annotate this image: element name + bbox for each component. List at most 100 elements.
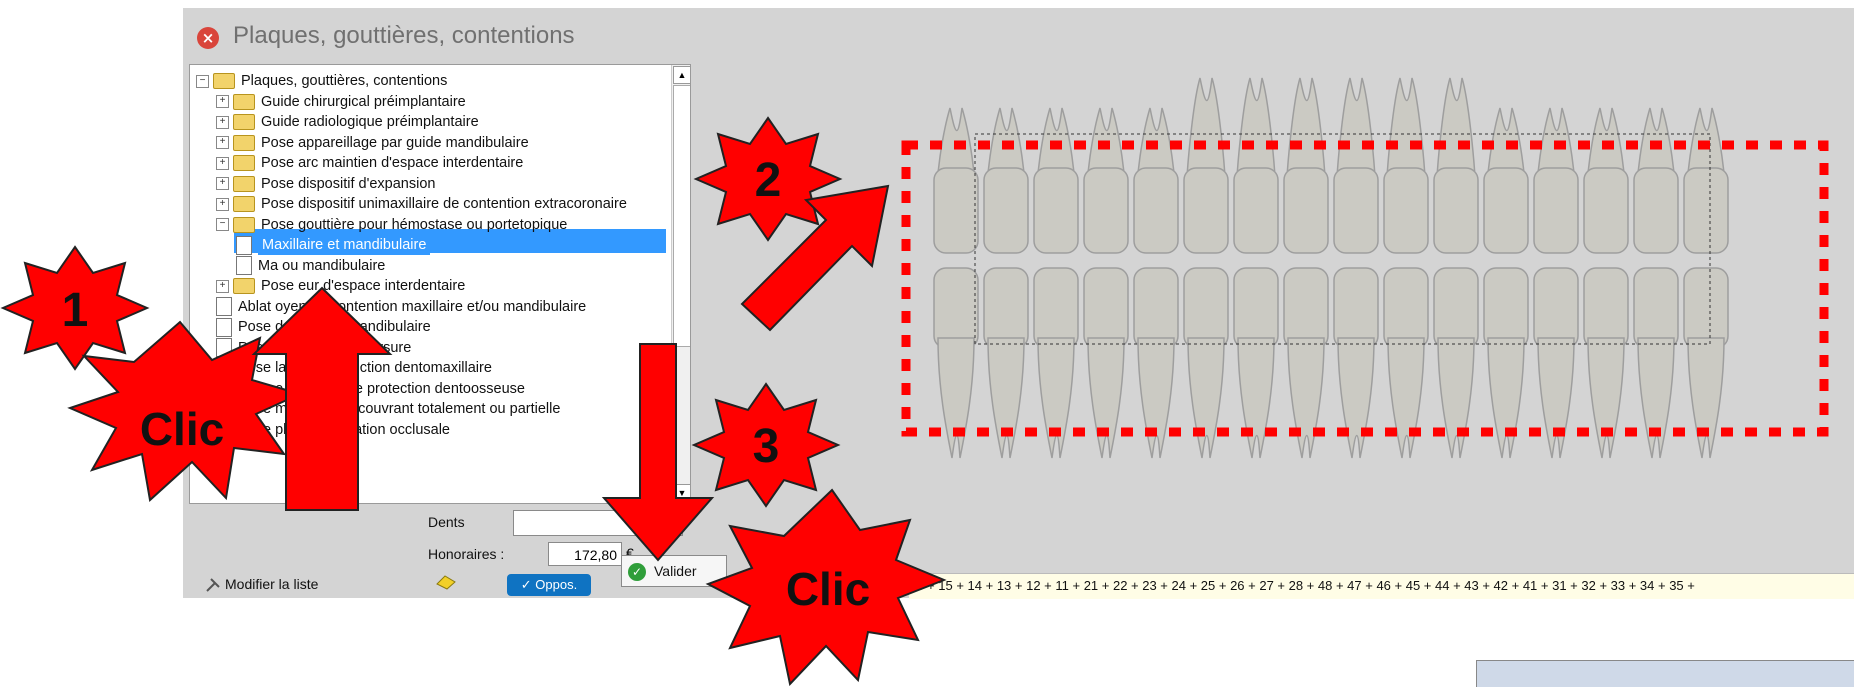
- lower-crown: [1133, 267, 1179, 349]
- lower-crown: [1483, 267, 1529, 349]
- lower-crown: [933, 267, 979, 349]
- tree-item-label: Pose de posture mandibulaire: [238, 319, 431, 335]
- tree-item-label: Pose gouttière pour hémostase ou porteto…: [261, 216, 568, 233]
- folder-icon: [233, 93, 255, 110]
- acts-tree[interactable]: − Plaques, gouttières, contentions + Guide …: [189, 64, 691, 504]
- scroll-down-icon[interactable]: ▼: [673, 484, 690, 502]
- upper-crown: [1233, 167, 1279, 254]
- lower-tooth: [1037, 337, 1075, 459]
- expand-icon[interactable]: +: [216, 156, 229, 170]
- expand-icon[interactable]: +: [216, 197, 229, 211]
- teeth-list: 16 + 15 + 14 + 13 + 12 + 11 + 21 + 22 + …: [909, 573, 1854, 599]
- upper-crown: [933, 167, 979, 254]
- dents-input[interactable]: [513, 510, 683, 536]
- folder-icon: [233, 155, 255, 172]
- tree-item-label: Pose eur d'espace interdentaire: [261, 278, 466, 294]
- tree-item-label: Pose e plombée de protection dentoosseus…: [238, 380, 525, 397]
- tree-item-label: Pose arc maintien d'espace interdentaire: [261, 155, 524, 171]
- upper-crown: [1333, 167, 1379, 254]
- lower-tooth: [1237, 337, 1275, 459]
- lower-tooth: [1337, 337, 1375, 459]
- valider-button[interactable]: ✓ Valider: [621, 555, 727, 587]
- upper-crown: [1183, 167, 1229, 254]
- valider-label: Valider: [654, 563, 697, 579]
- expand-icon[interactable]: +: [216, 95, 229, 109]
- lower-crown: [1533, 267, 1579, 349]
- step-1-label: 1: [62, 284, 89, 337]
- folder-icon: [233, 175, 255, 192]
- tree-item-label: Ablat oyen de contention maxillaire et/o…: [238, 298, 587, 315]
- document-icon: [216, 379, 232, 399]
- lower-tooth: [1637, 337, 1675, 459]
- tree-item[interactable]: Pose plan de libération occlusale: [216, 418, 450, 442]
- upper-crown: [1683, 167, 1729, 254]
- lower-tooth: [1537, 337, 1575, 459]
- tree-scrollbar[interactable]: ▲ ▼: [671, 65, 690, 503]
- lower-crown: [1683, 267, 1729, 349]
- upper-crown: [1283, 167, 1329, 254]
- expand-icon[interactable]: +: [216, 115, 229, 129]
- tree-item-label: Pose dispositif unimaxillaire de content…: [261, 196, 627, 212]
- lower-crown: [1633, 267, 1679, 349]
- lower-tooth: [1487, 337, 1525, 459]
- document-icon: [236, 235, 252, 255]
- dialog-window: × Plaques, gouttières, contentions − Plaq…: [183, 8, 1854, 599]
- upper-crown: [1033, 167, 1079, 254]
- window-thumbnail: [1476, 660, 1854, 687]
- tree-item-label: Guide radiologique préimplantaire: [261, 114, 479, 130]
- modifier-liste-link[interactable]: Modifier la liste: [205, 576, 318, 593]
- folder-icon: [233, 196, 255, 213]
- expand-icon[interactable]: +: [216, 136, 229, 150]
- dental-chart[interactable]: [743, 68, 1854, 538]
- tree-item-label: Pose dispositif d'expansion: [261, 175, 436, 192]
- document-icon: [216, 358, 232, 378]
- expand-icon[interactable]: +: [216, 279, 229, 293]
- lower-crown: [1233, 267, 1279, 349]
- honoraires-input[interactable]: 172,80: [548, 542, 622, 566]
- lower-crown: [1383, 267, 1429, 349]
- lower-tooth: [1687, 337, 1725, 459]
- upper-crown: [1083, 167, 1129, 254]
- collapse-icon[interactable]: −: [196, 74, 209, 88]
- lower-tooth: [1137, 337, 1175, 459]
- oppos-button[interactable]: ✓ Oppos.: [507, 574, 591, 596]
- lower-tooth: [987, 337, 1025, 459]
- close-icon[interactable]: ×: [197, 27, 219, 49]
- document-icon: [216, 317, 232, 337]
- collapse-icon[interactable]: −: [216, 218, 229, 232]
- modifier-liste-label: Modifier la liste: [225, 576, 319, 592]
- tree-item-label: Guide chirurgical préimplantaire: [261, 93, 466, 110]
- lower-tooth: [1437, 337, 1475, 459]
- expand-icon[interactable]: +: [216, 177, 229, 191]
- folder-icon: [233, 278, 255, 295]
- scroll-up-icon[interactable]: ▲: [673, 66, 690, 84]
- upper-crown: [1633, 167, 1679, 254]
- tree-item-label: Maxillaire et mandibulaire: [258, 235, 431, 255]
- window-title: Plaques, gouttières, contentions: [233, 22, 575, 49]
- document-icon: [216, 338, 232, 358]
- check-icon: ✓: [628, 563, 646, 582]
- tree-item-label: Ma ou mandibulaire: [258, 257, 386, 274]
- lower-tooth: [1387, 337, 1425, 459]
- upper-crown: [1583, 167, 1629, 254]
- upper-crown: [1433, 167, 1479, 254]
- title-bar: × Plaques, gouttières, contentions: [183, 8, 1854, 68]
- tree-item-label: Plaques, gouttières, contentions: [241, 73, 448, 89]
- upper-crown: [1483, 167, 1529, 254]
- lower-tooth: [1087, 337, 1125, 459]
- scroll-thumb[interactable]: [673, 85, 690, 347]
- lower-crown: [983, 267, 1029, 349]
- eraser-icon[interactable]: [435, 574, 457, 590]
- lower-tooth: [1287, 337, 1325, 459]
- lower-crown: [1283, 267, 1329, 349]
- lower-tooth: [1587, 337, 1625, 459]
- document-icon: [216, 420, 232, 440]
- honoraires-label: Honoraires :: [428, 546, 505, 562]
- tools-icon: [206, 578, 220, 593]
- folder-icon: [233, 216, 255, 233]
- tree-item-label: Pose lage de protection dentomaxillaire: [238, 360, 492, 376]
- document-icon: [216, 297, 232, 317]
- dents-label: Dents: [428, 514, 465, 530]
- lower-crown: [1433, 267, 1479, 349]
- upper-teeth: [933, 77, 1729, 254]
